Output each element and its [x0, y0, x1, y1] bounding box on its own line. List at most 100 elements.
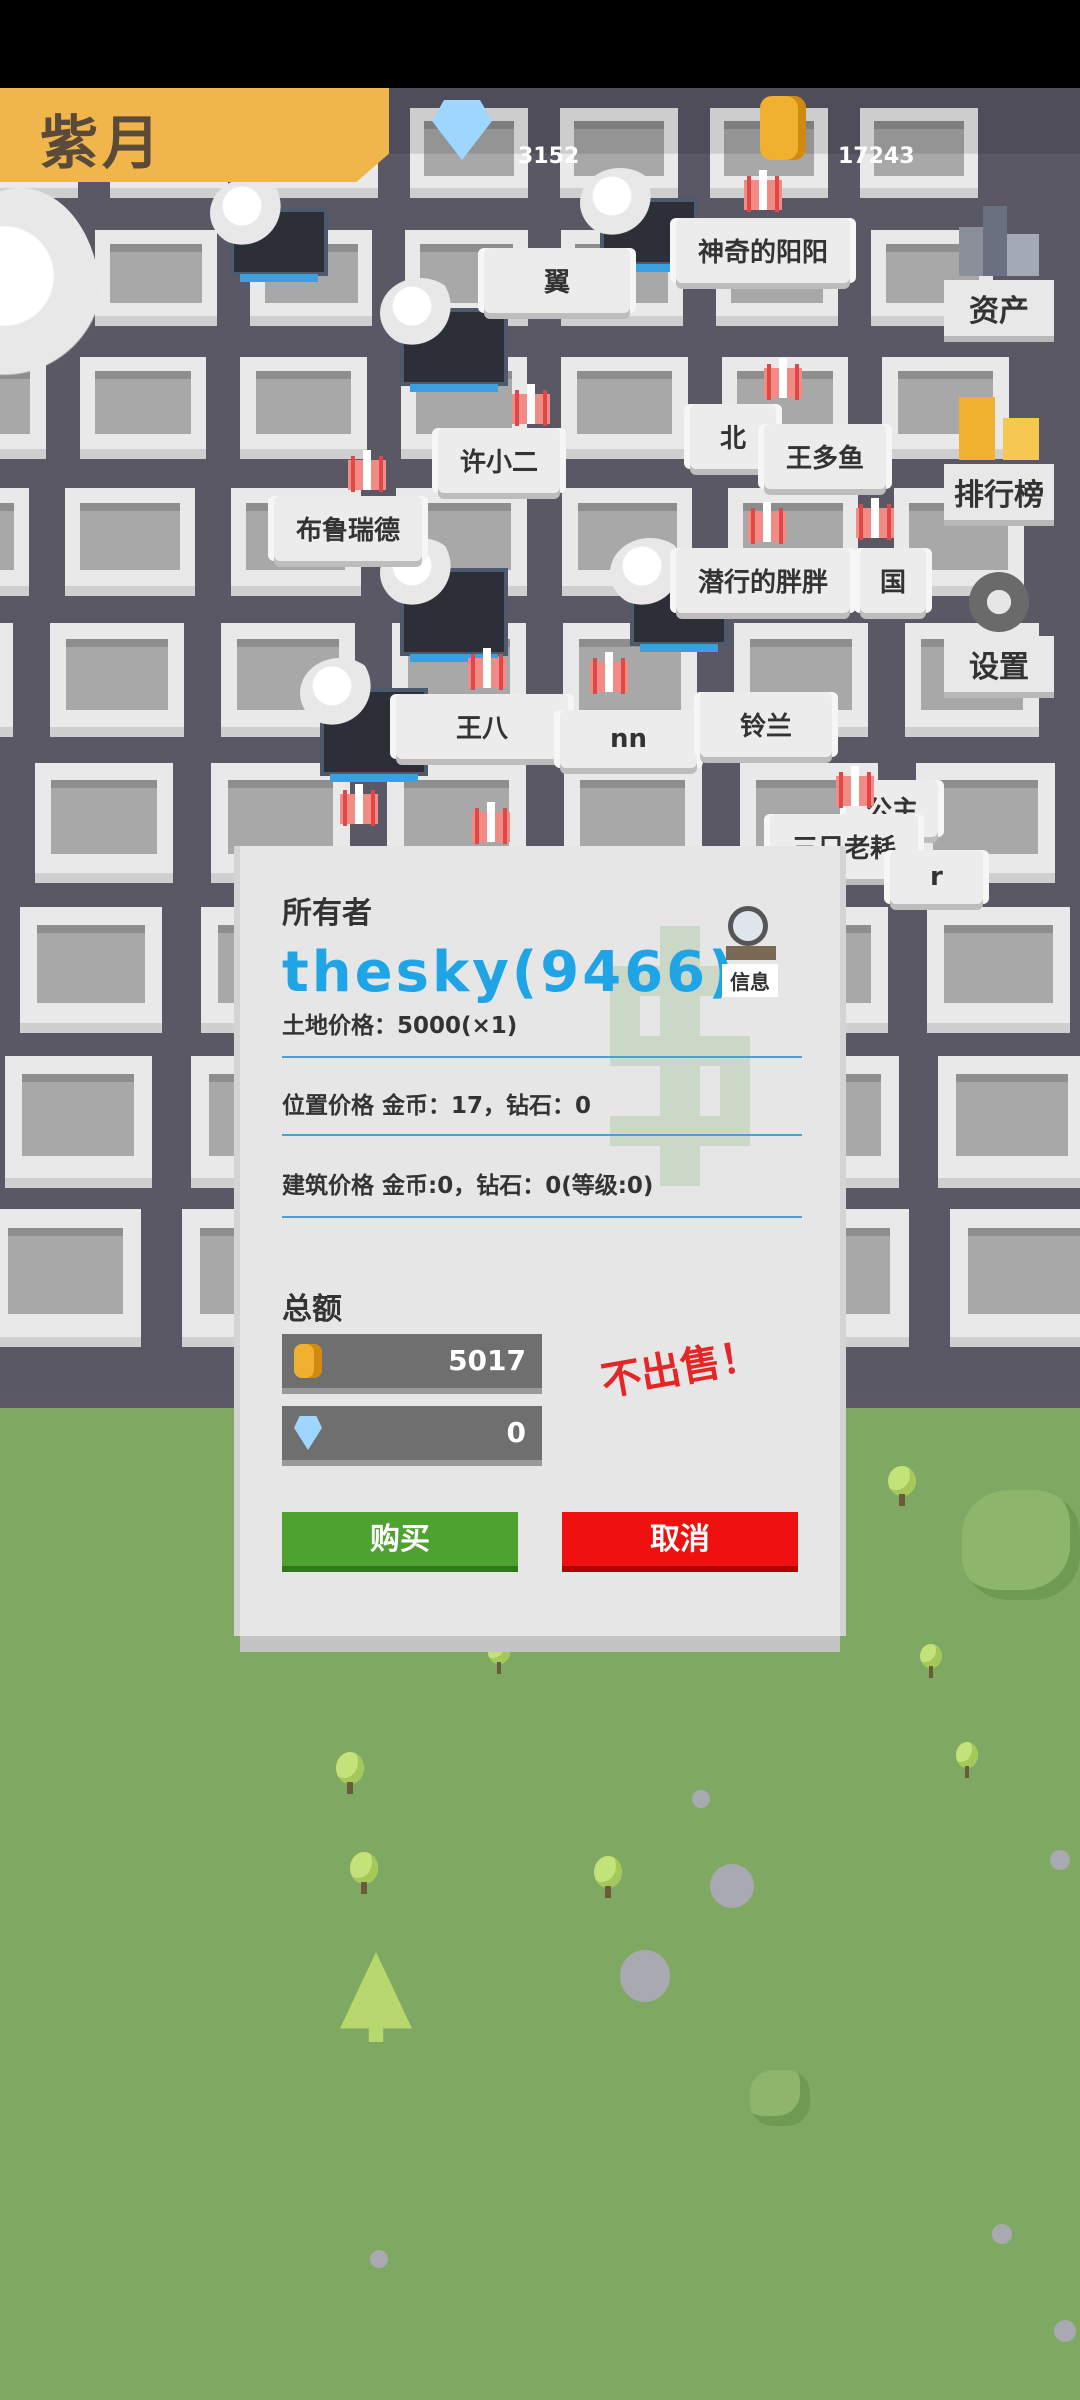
total-label: 总额	[282, 1292, 342, 1327]
gift-icon[interactable]	[348, 450, 386, 490]
settings-label: 设置	[944, 636, 1054, 692]
diamond-count: 3152	[518, 144, 580, 169]
city-block[interactable]	[240, 356, 367, 459]
gear-icon	[969, 572, 1029, 632]
pine-tree-icon	[340, 1952, 412, 2042]
tree-icon	[956, 1742, 978, 1778]
info-button[interactable]: 信息	[700, 902, 800, 1012]
city-block[interactable]	[561, 356, 688, 459]
building-price-row: 建筑价格 金币:0，钻石：0(等级:0)	[282, 1173, 654, 1199]
gift-icon[interactable]	[340, 784, 378, 824]
gift-icon[interactable]	[748, 502, 786, 542]
assets-button[interactable]: 资产	[944, 206, 1054, 336]
city-block[interactable]	[79, 356, 207, 459]
not-for-sale-label: 不出售！	[597, 1332, 764, 1406]
land-price-row: 土地价格：5000(×1)	[282, 1013, 518, 1039]
land-lot	[255, 371, 352, 435]
city-block[interactable]	[949, 1208, 1080, 1347]
total-coins-bar: 5017	[282, 1334, 542, 1388]
total-diamonds-value: 0	[506, 1416, 526, 1449]
owner-label: 所有者	[282, 896, 372, 931]
smoke-cloud	[380, 278, 460, 348]
gift-icon[interactable]	[836, 766, 874, 806]
city-block[interactable]	[0, 1208, 141, 1347]
map-label[interactable]: 王八	[396, 694, 569, 759]
land-lot	[967, 1228, 1080, 1314]
assets-label: 资产	[944, 280, 1054, 336]
trophy-bars-icon	[959, 397, 1039, 460]
smoke-cloud	[580, 168, 660, 238]
player-name: 紫月	[40, 109, 165, 177]
city-block[interactable]	[64, 487, 196, 596]
land-lot	[932, 779, 1038, 855]
magnifier-icon	[720, 906, 780, 964]
info-label: 信息	[722, 964, 778, 997]
land-lot	[95, 371, 191, 435]
tree-icon	[350, 1852, 378, 1894]
smoke-cloud	[300, 658, 380, 728]
owner-name: thesky(9466)	[282, 940, 737, 1005]
cancel-button[interactable]: 取消	[562, 1512, 798, 1566]
city-block[interactable]	[927, 907, 1070, 1034]
rock-icon	[620, 1950, 670, 2002]
rock-icon	[992, 2224, 1012, 2244]
city-block[interactable]	[34, 763, 174, 883]
smoke-cloud	[210, 178, 290, 248]
tree-icon	[750, 2070, 810, 2126]
land-lot	[80, 502, 180, 570]
land-lot	[109, 243, 203, 304]
city-block[interactable]	[938, 1055, 1080, 1188]
rock-icon	[1054, 2320, 1076, 2342]
buildings-icon	[959, 206, 1039, 276]
gift-icon[interactable]	[512, 384, 550, 424]
tree-icon	[888, 1466, 916, 1506]
gift-icon[interactable]	[764, 358, 802, 398]
coin-count: 17243	[838, 144, 915, 169]
rock-icon	[1050, 1850, 1070, 1870]
tree-icon	[336, 1752, 364, 1794]
city-block[interactable]	[19, 907, 163, 1034]
city-block[interactable]	[49, 623, 185, 738]
buy-button[interactable]: 购买	[282, 1512, 518, 1566]
land-lot	[0, 502, 14, 570]
tree-icon	[488, 1640, 510, 1674]
map-label[interactable]: 神奇的阳阳	[676, 218, 851, 283]
total-coins-value: 5017	[448, 1344, 526, 1377]
location-price-row: 位置价格 金币：17，钻石：0	[282, 1093, 592, 1119]
divider	[282, 1134, 802, 1136]
gift-icon[interactable]	[472, 802, 510, 842]
divider	[282, 1056, 802, 1058]
map-label[interactable]: 许小二	[438, 428, 561, 493]
gift-icon[interactable]	[856, 498, 894, 538]
city-block[interactable]	[0, 487, 30, 596]
gift-icon[interactable]	[744, 170, 782, 210]
tree-icon	[920, 1644, 942, 1678]
gift-icon[interactable]	[468, 648, 506, 688]
settings-button[interactable]: 设置	[944, 572, 1054, 692]
map-label[interactable]: 布鲁瑞德	[274, 496, 423, 561]
gift-icon[interactable]	[590, 652, 628, 692]
map-label[interactable]: 国	[860, 548, 927, 613]
coin-icon	[760, 96, 806, 160]
city-block[interactable]	[4, 1055, 152, 1188]
land-lot	[36, 924, 146, 1003]
map-label[interactable]: nn	[560, 710, 698, 768]
map-label[interactable]: 王多鱼	[764, 424, 887, 489]
leaderboard-label: 排行榜	[944, 464, 1054, 520]
rock-icon	[710, 1864, 754, 1908]
divider	[282, 1216, 802, 1218]
total-diamonds-bar: 0	[282, 1406, 542, 1460]
rock-icon	[692, 1790, 710, 1808]
map-label[interactable]: 潜行的胖胖	[676, 548, 851, 613]
map-label[interactable]: r	[890, 850, 983, 904]
map-label[interactable]: 翼	[484, 248, 631, 313]
city-block[interactable]	[94, 230, 218, 327]
land-lot	[576, 371, 673, 435]
diamond-icon	[294, 1416, 322, 1450]
leaderboard-button[interactable]: 排行榜	[944, 390, 1054, 520]
tree-icon	[594, 1856, 622, 1898]
status-bar	[0, 0, 1080, 88]
coin-icon	[294, 1344, 322, 1378]
map-label[interactable]: 铃兰	[700, 692, 833, 757]
city-block[interactable]	[0, 623, 14, 738]
